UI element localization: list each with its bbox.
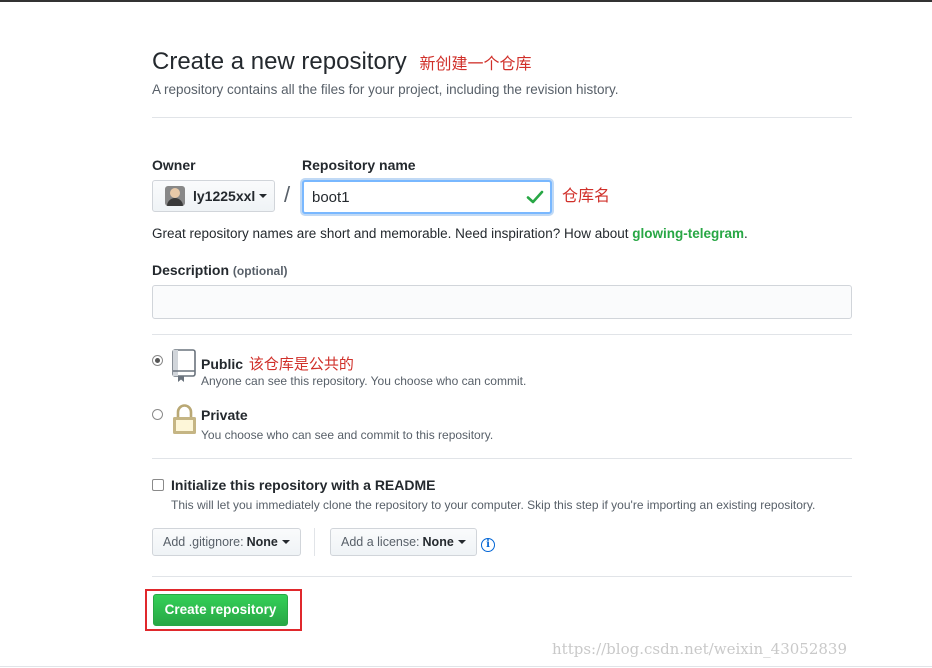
owner-repo-separator: /: [284, 182, 291, 207]
description-input[interactable]: [152, 285, 852, 319]
repo-name-label: Repository name: [302, 157, 416, 173]
init-readme-label[interactable]: Initialize this repository with a README: [171, 477, 435, 493]
check-icon: [526, 190, 544, 204]
divider: [152, 117, 852, 118]
watermark: https://blog.csdn.net/weixin_43052839: [552, 640, 848, 658]
title-annotation: 新创建一个仓库: [419, 54, 532, 73]
name-hint: Great repository names are short and mem…: [152, 226, 748, 241]
divider: [152, 334, 852, 335]
private-option[interactable]: Private: [201, 407, 248, 423]
page-subtitle: A repository contains all the files for …: [152, 82, 619, 97]
repo-book-icon: [172, 349, 196, 382]
bottom-divider: [0, 666, 932, 667]
description-label: Description (optional): [152, 262, 288, 278]
divider: [152, 576, 852, 577]
license-select[interactable]: Add a license: None: [330, 528, 477, 556]
select-separator: [314, 528, 315, 556]
init-readme-description: This will let you immediately clone the …: [171, 498, 816, 512]
init-readme-checkbox[interactable]: [152, 479, 164, 491]
owner-label: Owner: [152, 157, 196, 173]
repo-name-annotation: 仓库名: [562, 186, 611, 205]
chevron-down-icon: [457, 540, 466, 544]
public-description: Anyone can see this repository. You choo…: [201, 374, 527, 388]
owner-select[interactable]: ly1225xxl: [152, 180, 275, 212]
chevron-down-icon: [259, 194, 268, 198]
chevron-down-icon: [281, 540, 290, 544]
info-icon[interactable]: i: [481, 538, 495, 552]
private-radio[interactable]: [152, 409, 163, 420]
page-title: Create a new repository 新创建一个仓库: [152, 48, 532, 75]
private-description: You choose who can see and commit to thi…: [201, 428, 494, 442]
owner-value: ly1225xxl: [193, 188, 256, 204]
gitignore-select[interactable]: Add .gitignore: None: [152, 528, 301, 556]
avatar: [165, 186, 185, 206]
divider: [152, 458, 852, 459]
public-radio[interactable]: [152, 355, 163, 366]
public-option[interactable]: Public 该仓库是公共的: [201, 353, 354, 374]
name-suggestion-link[interactable]: glowing-telegram: [632, 226, 744, 241]
public-annotation: 该仓库是公共的: [248, 355, 354, 373]
lock-icon: [173, 404, 196, 434]
repository-name-input[interactable]: [302, 180, 552, 214]
window-top-border: [0, 0, 932, 2]
optional-tag: (optional): [232, 264, 288, 278]
create-repository-button[interactable]: Create repository: [153, 594, 288, 626]
